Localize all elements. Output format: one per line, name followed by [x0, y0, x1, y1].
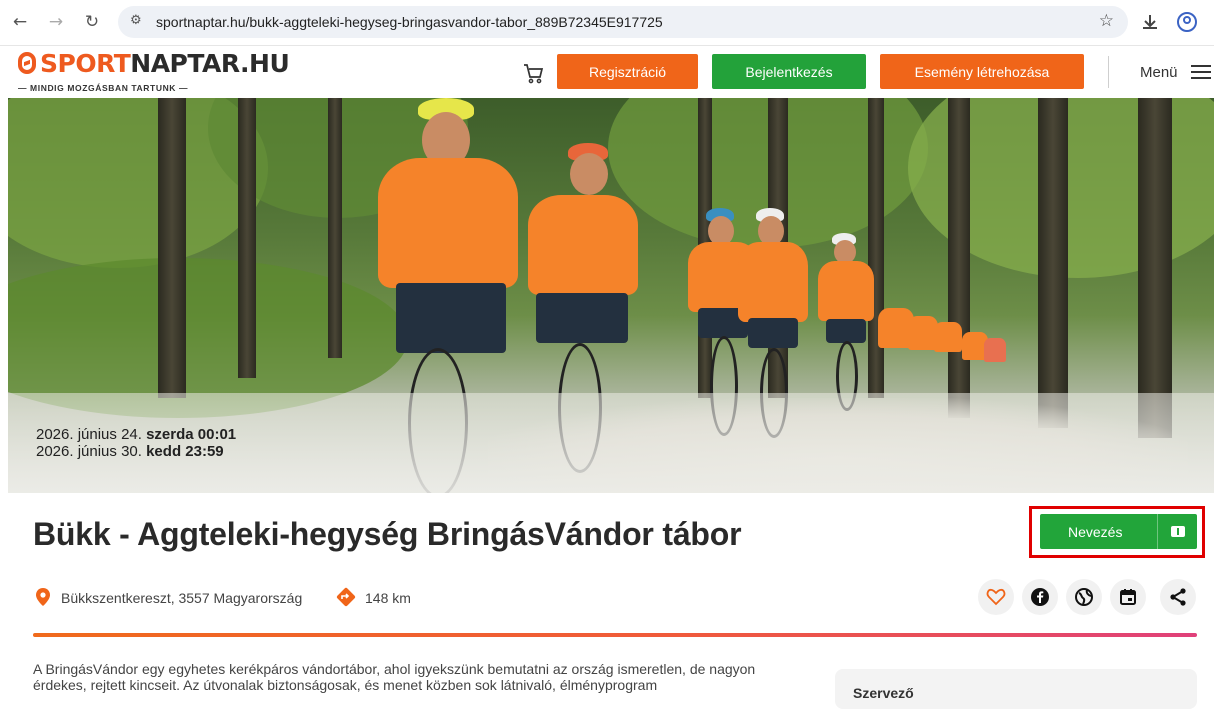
logo-part-2: NAPTAR.HU: [130, 49, 290, 78]
logo-tagline: — MINDIG MOZGÁSBAN TARTUNK —: [18, 83, 189, 93]
website-button[interactable]: [1066, 579, 1102, 615]
register-entry-button[interactable]: Nevezés: [1040, 514, 1197, 549]
profile-icon[interactable]: [1177, 12, 1197, 32]
address-bar[interactable]: ⚙ sportnaptar.hu/bukk-aggteleki-hegyseg-…: [118, 6, 1128, 38]
star-icon[interactable]: ☆: [1099, 11, 1114, 31]
create-event-button[interactable]: Esemény létrehozása: [880, 54, 1084, 89]
logo-s-icon: [18, 52, 36, 74]
organizer-card: Szervező: [835, 669, 1197, 709]
share-button[interactable]: [1160, 579, 1196, 615]
cart-icon[interactable]: [522, 62, 544, 84]
hero-image: 2026. június 24. szerda 00:01 2026. júni…: [8, 98, 1214, 493]
browser-toolbar: ← → ↻ ⚙ sportnaptar.hu/bukk-aggteleki-he…: [0, 0, 1214, 46]
site-logo[interactable]: SPORTNAPTAR.HU — MINDIG MOZGÁSBAN TARTUN…: [18, 50, 290, 96]
calendar-icon: [1120, 589, 1136, 605]
event-description: A BringásVándor egy egyhetes kerékpáros …: [33, 661, 756, 693]
heart-icon: [986, 588, 1006, 606]
register-entry-label: Nevezés: [1068, 524, 1123, 540]
menu-icon[interactable]: [1191, 65, 1211, 79]
share-icon: [1170, 588, 1186, 606]
globe-icon: [1075, 588, 1093, 606]
facebook-icon: [1031, 588, 1049, 606]
organizer-card-title: Szervező: [853, 685, 914, 701]
distance-icon: [336, 587, 356, 607]
reload-icon[interactable]: ↻: [80, 10, 104, 34]
event-distance: 148 km: [365, 590, 411, 606]
location-pin-icon: [36, 588, 50, 606]
facebook-button[interactable]: [1022, 579, 1058, 615]
url-text[interactable]: sportnaptar.hu/bukk-aggteleki-hegyseg-br…: [156, 14, 663, 30]
logo-wordmark: SPORTNAPTAR.HU: [18, 49, 290, 78]
logo-part-1: SPORT: [40, 49, 131, 78]
menu-label[interactable]: Menü: [1140, 64, 1178, 81]
event-end-date: 2026. június 30. kedd 23:59: [36, 443, 224, 460]
favorite-button[interactable]: [978, 579, 1014, 615]
event-start-date: 2026. június 24. szerda 00:01: [36, 426, 237, 443]
download-icon[interactable]: [1140, 12, 1160, 32]
ticket-icon: [1171, 526, 1185, 537]
site-settings-icon[interactable]: ⚙: [130, 13, 146, 29]
site-header: SPORTNAPTAR.HU — MINDIG MOZGÁSBAN TARTUN…: [0, 46, 1214, 98]
header-divider: [1108, 56, 1109, 88]
add-to-calendar-button[interactable]: [1110, 579, 1146, 615]
event-title: Bükk - Aggteleki-hegység BringásVándor t…: [33, 516, 742, 552]
login-button[interactable]: Bejelentkezés: [712, 54, 866, 89]
section-divider: [33, 633, 1197, 637]
register-button[interactable]: Regisztráció: [557, 54, 698, 89]
back-icon[interactable]: ←: [8, 10, 32, 34]
forward-icon[interactable]: →: [44, 10, 68, 34]
event-location[interactable]: Bükkszentkereszt, 3557 Magyarország: [61, 590, 302, 606]
